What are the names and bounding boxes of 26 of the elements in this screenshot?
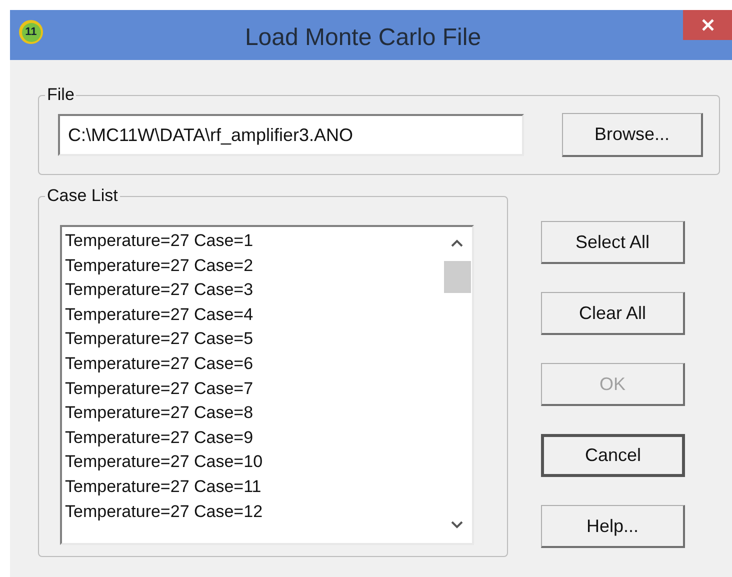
case-item[interactable]: Temperature=27 Case=6 <box>65 352 442 377</box>
case-item[interactable]: Temperature=27 Case=5 <box>65 327 442 352</box>
case-item[interactable]: Temperature=27 Case=9 <box>65 426 442 450</box>
case-item[interactable]: Temperature=27 Case=10 <box>65 450 442 475</box>
app-badge-icon: 11 <box>19 20 43 44</box>
case-item[interactable]: Temperature=27 Case=3 <box>65 278 442 303</box>
dialog-button[interactable]: Select All <box>541 221 685 264</box>
dialog-button[interactable]: Help... <box>541 505 685 548</box>
case-item[interactable]: Temperature=27 Case=7 <box>65 376 442 402</box>
case-item[interactable]: Temperature=27 Case=4 <box>65 302 442 328</box>
path-field[interactable]: C:\MC11W\DATA\rf_amplifier3.ANO <box>58 114 524 156</box>
case-item[interactable]: Temperature=27 Case=12 <box>65 500 442 524</box>
scroll-down-icon[interactable] <box>451 521 463 529</box>
scrollbar-thumb[interactable] <box>444 261 470 293</box>
window-title: Load Monte Carlo File <box>244 23 482 53</box>
case-item[interactable]: Temperature=27 Case=8 <box>65 401 442 426</box>
dialog-button[interactable]: Cancel <box>541 434 685 477</box>
close-button[interactable] <box>683 10 732 40</box>
case-list[interactable] <box>60 225 474 545</box>
case-item[interactable]: Temperature=27 Case=11 <box>65 474 442 500</box>
close-icon <box>700 18 714 32</box>
scroll-up-icon[interactable] <box>451 239 463 247</box>
browse-button[interactable]: Browse... <box>562 113 703 157</box>
dialog-button[interactable]: Clear All <box>541 292 685 335</box>
case-item[interactable]: Temperature=27 Case=1 <box>65 229 442 254</box>
case-item[interactable]: Temperature=27 Case=2 <box>65 254 442 278</box>
